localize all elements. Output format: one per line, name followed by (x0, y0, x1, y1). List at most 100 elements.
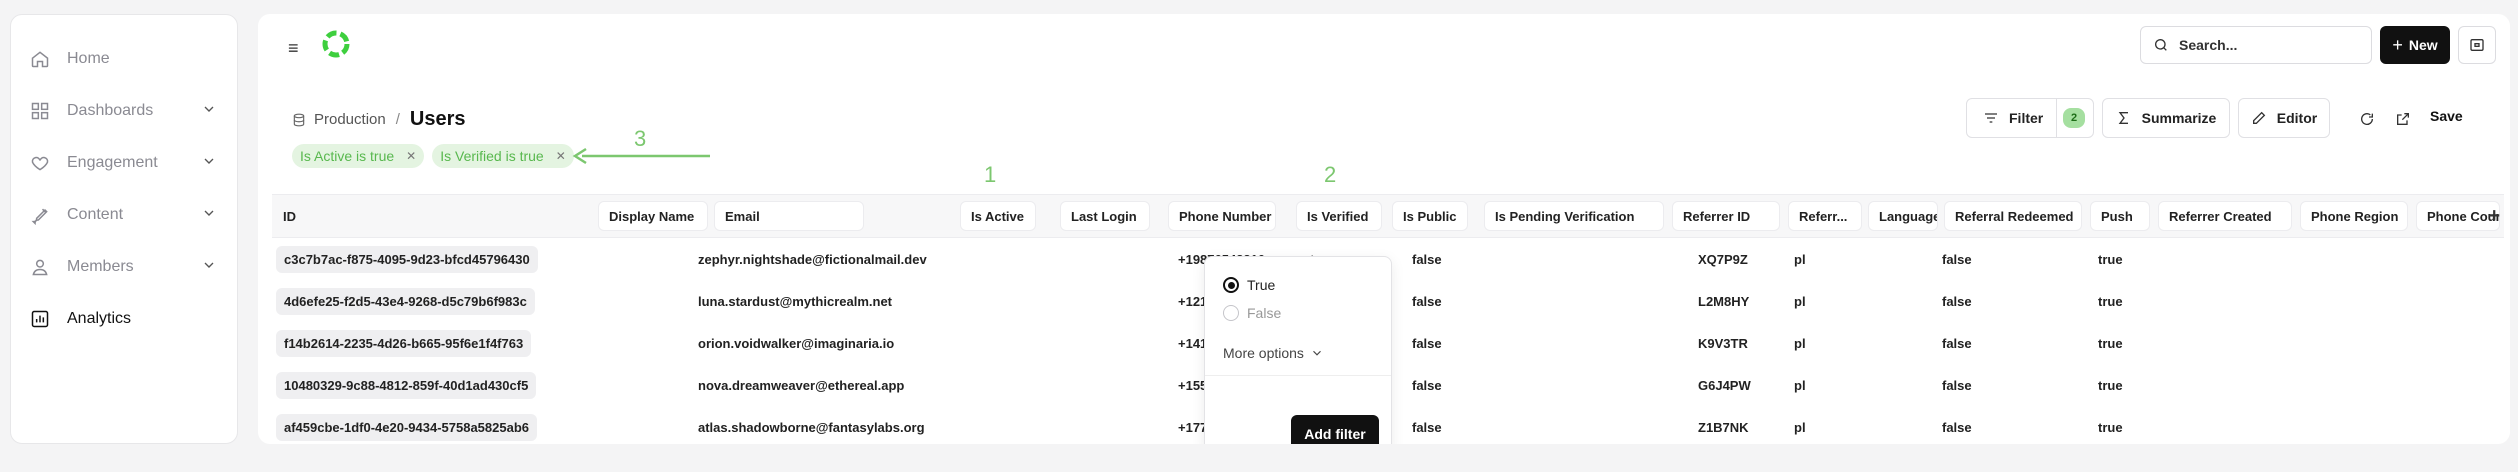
cell-referr[interactable]: pl (1794, 406, 1806, 444)
pencil-icon (2252, 111, 2266, 124)
chevron-down-icon[interactable] (201, 257, 217, 278)
external-link-icon[interactable] (2392, 108, 2414, 130)
cell-referrer-id[interactable]: Z1B7NK (1698, 406, 1749, 444)
column-header-id[interactable]: ID (272, 201, 566, 231)
column-header-is-verified[interactable]: Is Verified (1296, 201, 1382, 231)
sidebar-item-content[interactable]: Content (11, 189, 237, 241)
radio-unchecked-icon[interactable] (1223, 305, 1239, 321)
column-header-last-login[interactable]: Last Login (1060, 201, 1150, 231)
bar-chart-icon (29, 308, 51, 330)
cell-id[interactable]: c3c7b7ac-f875-4095-9d23-bfcd45796430 (276, 238, 538, 280)
refresh-icon[interactable] (2356, 108, 2378, 130)
sidebar-item-engagement[interactable]: Engagement (11, 137, 237, 189)
filter-button[interactable]: Filter 2 (1966, 98, 2094, 138)
topbar: ≡ +New (258, 14, 2510, 76)
cell-email[interactable]: luna.stardust@mythicrealm.net (698, 280, 892, 322)
column-header-push[interactable]: Push (2090, 201, 2150, 231)
menu-icon[interactable]: ≡ (288, 38, 299, 59)
cell-push[interactable]: true (2098, 406, 2123, 444)
cell-public[interactable]: false (1412, 406, 1442, 444)
search-input[interactable] (2179, 37, 2349, 53)
divider (1205, 375, 1391, 376)
sidebar-item-members[interactable]: Members (11, 241, 237, 293)
chevron-down-icon[interactable] (201, 205, 217, 226)
column-header-display-name[interactable]: Display Name (598, 201, 708, 231)
column-header-email[interactable]: Email (714, 201, 864, 231)
cell-email[interactable]: atlas.shadowborne@fantasylabs.org (698, 406, 925, 444)
radio-option-false[interactable]: False (1223, 305, 1281, 321)
filter-chip-is-verified[interactable]: Is Verified is true ✕ (432, 144, 574, 168)
cell-referr[interactable]: pl (1794, 280, 1806, 322)
sidebar-item-analytics[interactable]: Analytics (11, 293, 237, 345)
add-filter-button[interactable]: Add filter (1291, 415, 1379, 444)
cell-public[interactable]: false (1412, 364, 1442, 406)
radio-option-true[interactable]: True (1223, 277, 1275, 293)
sidebar-item-label: Engagement (67, 154, 158, 171)
filter-chip-is-active[interactable]: Is Active is true ✕ (292, 144, 425, 168)
breadcrumb-parent[interactable]: Production (314, 111, 386, 128)
column-header-phone-number[interactable]: Phone Number (1168, 201, 1276, 231)
save-button[interactable]: Save (2430, 108, 2463, 124)
sidebar-item-label: Members (67, 258, 134, 275)
add-column-icon[interactable]: + (2488, 205, 2500, 228)
grid-icon (29, 100, 51, 122)
cell-id[interactable]: 10480329-9c88-4812-859f-40d1ad430cf5 (276, 364, 537, 406)
panel-toggle-button[interactable] (2458, 26, 2496, 64)
column-header-is-pending-verification[interactable]: Is Pending Verification (1484, 201, 1664, 231)
cell-referrer-id[interactable]: XQ7P9Z (1698, 238, 1748, 280)
cell-email[interactable]: orion.voidwalker@imaginaria.io (698, 322, 894, 364)
sidebar-item-home[interactable]: Home (11, 33, 237, 85)
chevron-down-icon (1313, 350, 1321, 356)
cell-referr[interactable]: pl (1794, 322, 1806, 364)
database-icon (293, 113, 305, 126)
cell-referr[interactable]: pl (1794, 238, 1806, 280)
filter-count-badge: 2 (2063, 108, 2085, 128)
cell-redeemed[interactable]: false (1942, 238, 1972, 280)
cell-public[interactable]: false (1412, 238, 1442, 280)
cell-referrer-id[interactable]: K9V3TR (1698, 322, 1748, 364)
home-icon (29, 48, 51, 70)
cell-redeemed[interactable]: false (1942, 406, 1972, 444)
cell-email[interactable]: zephyr.nightshade@fictionalmail.dev (698, 238, 927, 280)
cell-referrer-id[interactable]: L2M8HY (1698, 280, 1749, 322)
editor-button[interactable]: Editor (2238, 98, 2330, 138)
table-header: ID Display Name Email Is Active Last Log… (272, 194, 2504, 238)
cell-redeemed[interactable]: false (1942, 322, 1972, 364)
cell-id[interactable]: 4d6efe25-f2d5-43e4-9268-d5c79b6f983c (276, 280, 535, 322)
sidebar: Home Dashboards Engagement Content Membe… (10, 14, 238, 444)
column-header-referral-redeemed[interactable]: Referral Redeemed (1944, 201, 2082, 231)
cell-push[interactable]: true (2098, 238, 2123, 280)
sidebar-item-dashboards[interactable]: Dashboards (11, 85, 237, 137)
column-header-is-active[interactable]: Is Active (960, 201, 1036, 231)
cell-id[interactable]: f14b2614-2235-4d26-b665-95f6e1f4f763 (276, 322, 532, 364)
cell-public[interactable]: false (1412, 280, 1442, 322)
column-header-is-public[interactable]: Is Public (1392, 201, 1468, 231)
column-header-phone-region[interactable]: Phone Region (2300, 201, 2408, 231)
filter-icon (1985, 113, 1997, 123)
cell-redeemed[interactable]: false (1942, 280, 1972, 322)
column-header-referrer-created[interactable]: Referrer Created (2158, 201, 2292, 231)
cell-redeemed[interactable]: false (1942, 364, 1972, 406)
column-header-referrer-id[interactable]: Referrer ID (1672, 201, 1780, 231)
cell-push[interactable]: true (2098, 322, 2123, 364)
cell-push[interactable]: true (2098, 364, 2123, 406)
search-box[interactable] (2140, 26, 2372, 64)
cell-id[interactable]: af459cbe-1df0-4e20-9434-5758a5825ab6 (276, 406, 538, 444)
sidebar-item-label: Analytics (67, 310, 132, 327)
new-button[interactable]: + New (2380, 26, 2450, 64)
cell-referrer-id[interactable]: G6J4PW (1698, 364, 1751, 406)
radio-checked-icon[interactable] (1223, 277, 1239, 293)
search-icon (2155, 39, 2167, 51)
column-header-language[interactable]: Language (1868, 201, 1938, 231)
column-header-referr[interactable]: Referr... (1788, 201, 1862, 231)
chevron-down-icon[interactable] (201, 101, 217, 122)
close-icon[interactable]: ✕ (406, 149, 416, 163)
cell-email[interactable]: nova.dreamweaver@ethereal.app (698, 364, 904, 406)
cell-public[interactable]: false (1412, 322, 1442, 364)
cell-referr[interactable]: pl (1794, 364, 1806, 406)
chevron-down-icon[interactable] (201, 153, 217, 174)
more-options-toggle[interactable]: More options (1223, 345, 1324, 361)
cell-push[interactable]: true (2098, 280, 2123, 322)
close-icon[interactable]: ✕ (556, 149, 566, 163)
summarize-button[interactable]: Summarize (2102, 98, 2230, 138)
